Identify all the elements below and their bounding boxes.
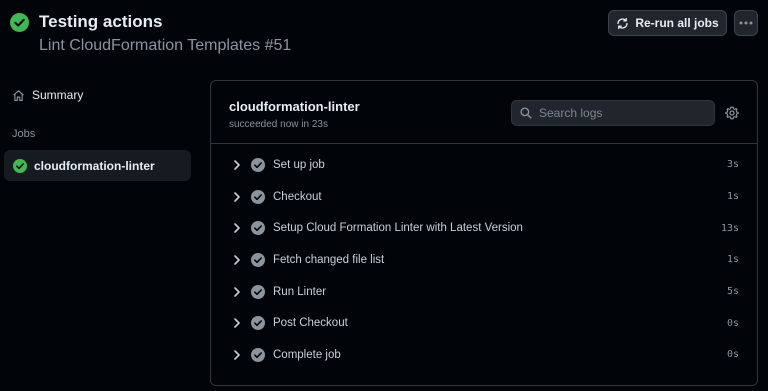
- step-duration: 3s: [726, 159, 739, 171]
- step-row[interactable]: Complete job 0s: [211, 339, 757, 371]
- chevron-right-icon: [234, 223, 240, 234]
- search-logs-input[interactable]: [539, 106, 699, 120]
- step-name: Run Linter: [273, 285, 327, 298]
- step-duration: 1s: [726, 254, 739, 266]
- step-duration: 0s: [726, 317, 739, 329]
- step-row[interactable]: Setup Cloud Formation Linter with Latest…: [211, 212, 757, 244]
- step-row[interactable]: Post Checkout 0s: [211, 307, 757, 339]
- workflow-run-title: Lint CloudFormation Templates #51: [39, 37, 292, 54]
- sync-icon: [617, 17, 628, 29]
- title-row: Testing actions: [10, 12, 162, 32]
- success-check-icon: [10, 12, 29, 32]
- step-success-icon: [251, 221, 265, 236]
- chevron-right-icon: [234, 318, 240, 329]
- step-success-icon: [251, 347, 265, 362]
- step-name: Post Checkout: [273, 317, 348, 330]
- job-logs-panel: cloudformation-linter succeeded now in 2…: [210, 80, 758, 386]
- jobs-heading: Jobs: [12, 128, 36, 140]
- chevron-right-icon: [234, 286, 240, 297]
- rerun-label: Re-run all jobs: [635, 16, 719, 30]
- kebab-horizontal-icon: [739, 21, 753, 25]
- more-options-button[interactable]: [734, 10, 758, 36]
- step-row[interactable]: Run Linter 5s: [211, 276, 757, 308]
- home-icon: [13, 89, 24, 101]
- job-status-text: succeeded now in 23s: [229, 119, 328, 130]
- run-header: Testing actions Lint CloudFormation Temp…: [0, 0, 768, 70]
- step-name: Checkout: [273, 190, 322, 203]
- steps-list: Set up job 3s Checkout 1s Setup Cloud Fo…: [211, 149, 757, 371]
- success-check-icon: [13, 158, 27, 173]
- step-row[interactable]: Fetch changed file list 1s: [211, 244, 757, 276]
- chevron-right-icon: [234, 255, 240, 265]
- step-row[interactable]: Set up job 3s: [211, 149, 757, 181]
- step-success-icon: [251, 189, 265, 204]
- step-name: Complete job: [273, 348, 341, 361]
- step-success-icon: [251, 157, 265, 172]
- step-duration: 0s: [726, 349, 739, 361]
- step-name: Setup Cloud Formation Linter with Latest…: [273, 222, 523, 235]
- step-name: Set up job: [273, 158, 325, 171]
- gear-icon[interactable]: [725, 106, 739, 120]
- job-item-label: cloudformation-linter: [34, 158, 155, 173]
- step-success-icon: [251, 316, 265, 331]
- job-title: cloudformation-linter: [229, 99, 360, 114]
- rerun-all-jobs-button[interactable]: Re-run all jobs: [608, 10, 727, 36]
- summary-label: Summary: [32, 88, 84, 102]
- chevron-right-icon: [234, 350, 240, 360]
- page-title: Testing actions: [39, 12, 163, 31]
- step-name: Fetch changed file list: [273, 253, 385, 266]
- search-icon: [520, 107, 532, 119]
- job-header: cloudformation-linter succeeded now in 2…: [211, 81, 757, 144]
- step-duration: 13s: [720, 222, 739, 234]
- step-success-icon: [251, 284, 265, 299]
- step-success-icon: [251, 252, 265, 267]
- sidebar-item-cloudformation-linter[interactable]: cloudformation-linter: [4, 150, 191, 181]
- chevron-right-icon: [234, 160, 240, 170]
- step-row[interactable]: Checkout 1s: [211, 181, 757, 213]
- search-logs-field[interactable]: [511, 100, 715, 126]
- step-duration: 5s: [726, 286, 739, 298]
- step-duration: 1s: [726, 191, 739, 203]
- chevron-right-icon: [234, 191, 240, 202]
- sidebar-item-summary[interactable]: Summary: [12, 88, 83, 102]
